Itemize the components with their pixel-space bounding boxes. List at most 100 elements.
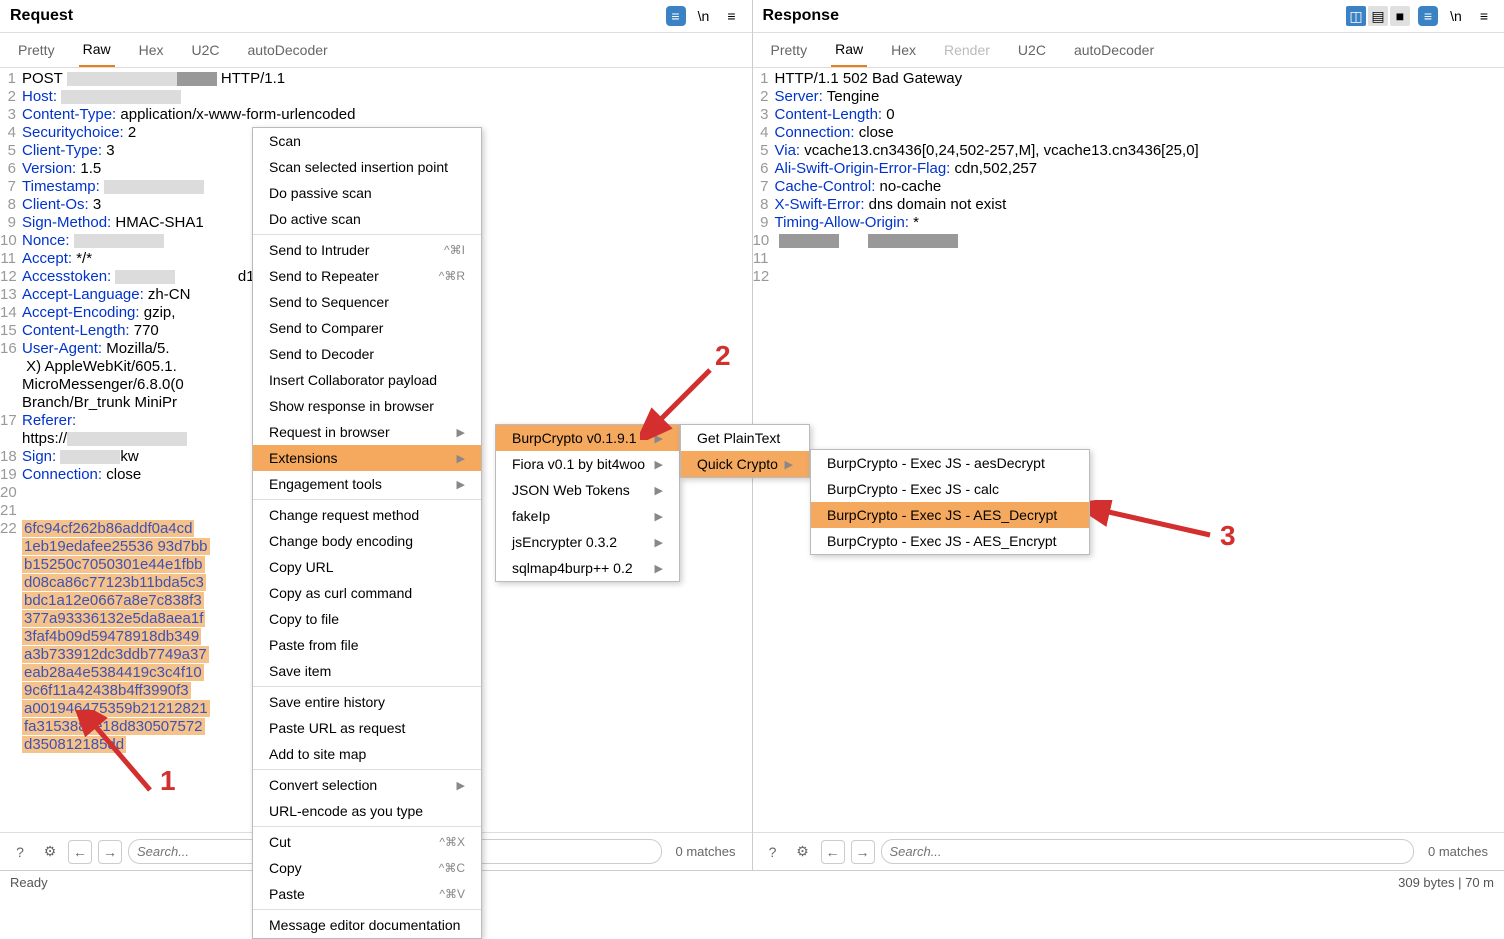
request-matches: 0 matches [668,844,744,859]
back-icon[interactable]: ← [821,840,845,864]
newline-icon[interactable]: \n [1446,6,1466,26]
code-line: 2Host: [0,88,752,106]
format-icon[interactable]: ≡ [1418,6,1438,26]
status-bar: Ready 309 bytes | 70 m [0,870,1504,894]
forward-icon[interactable]: → [98,840,122,864]
tab-raw[interactable]: Raw [831,33,867,67]
code-line: 4Connection: close [753,124,1504,142]
menu-item[interactable]: BurpCrypto v0.1.9.1▶ [496,425,679,451]
response-panel: Response ◫ ▤ ■ ≡ \n ≡ Pretty Raw Hex Render… [753,0,1504,870]
menu-item[interactable]: Paste^⌘V [253,881,481,907]
response-title: Response [763,7,839,25]
menu-item[interactable]: Paste from file [253,632,481,658]
menu-item[interactable]: Convert selection▶ [253,772,481,798]
menu-item[interactable]: sqlmap4burp++ 0.2▶ [496,555,679,581]
response-matches: 0 matches [1420,844,1496,859]
menu-item[interactable]: URL-encode as you type [253,798,481,824]
tab-pretty[interactable]: Pretty [14,34,59,66]
menu-item[interactable]: Cut^⌘X [253,829,481,855]
menu-item[interactable]: BurpCrypto - Exec JS - aesDecrypt [811,450,1089,476]
menu-item[interactable]: Send to Sequencer [253,289,481,315]
menu-item[interactable]: Copy^⌘C [253,855,481,881]
menu-item[interactable]: Show response in browser [253,393,481,419]
menu-item[interactable]: Message editor documentation [253,912,481,938]
code-line: 2Server: Tengine [753,88,1504,106]
menu-item[interactable]: Copy to file [253,606,481,632]
menu-item[interactable]: BurpCrypto - Exec JS - AES_Decrypt [811,502,1089,528]
submenu-burpcrypto[interactable]: Get PlainTextQuick Crypto▶ [680,424,810,478]
menu-item[interactable]: Engagement tools▶ [253,471,481,497]
menu-item[interactable]: fakeIp▶ [496,503,679,529]
tab-u2c[interactable]: U2C [188,34,224,66]
menu-item[interactable]: Do passive scan [253,180,481,206]
single-view-icon[interactable]: ■ [1390,6,1410,26]
menu-item[interactable]: Extensions▶ [253,445,481,471]
stacked-view-icon[interactable]: ▤ [1368,6,1388,26]
submenu-extensions[interactable]: BurpCrypto v0.1.9.1▶Fiora v0.1 by bit4wo… [495,424,680,582]
menu-item[interactable]: Quick Crypto▶ [681,451,809,477]
menu-item[interactable]: BurpCrypto - Exec JS - AES_Encrypt [811,528,1089,554]
help-icon[interactable]: ? [761,840,785,864]
response-search-input[interactable] [881,839,1415,864]
menu-item[interactable]: Send to Comparer [253,315,481,341]
code-line: 9Timing-Allow-Origin: * [753,214,1504,232]
code-line: 10 [753,232,1504,250]
menu-item[interactable]: Save item [253,658,481,684]
menu-item[interactable]: Save entire history [253,689,481,715]
tab-raw[interactable]: Raw [79,33,115,67]
menu-item[interactable]: Send to Intruder^⌘I [253,237,481,263]
gear-icon[interactable]: ⚙ [38,840,62,864]
code-line: 3Content-Type: application/x-www-form-ur… [0,106,752,124]
code-line: 7Cache-Control: no-cache [753,178,1504,196]
code-line: 1HTTP/1.1 502 Bad Gateway [753,70,1504,88]
menu-item[interactable]: BurpCrypto - Exec JS - calc [811,476,1089,502]
menu-item[interactable]: Insert Collaborator payload [253,367,481,393]
menu-item[interactable]: Copy URL [253,554,481,580]
menu-item[interactable]: Get PlainText [681,425,809,451]
menu-item[interactable]: Add to site map [253,741,481,767]
tab-autodecoder[interactable]: autoDecoder [244,34,332,66]
menu-item[interactable]: Request in browser▶ [253,419,481,445]
code-line: 8X-Swift-Error: dns domain not exist [753,196,1504,214]
menu-item[interactable]: Copy as curl command [253,580,481,606]
hamburger-icon[interactable]: ≡ [722,6,742,26]
gear-icon[interactable]: ⚙ [791,840,815,864]
menu-item[interactable]: jsEncrypter 0.3.2▶ [496,529,679,555]
hamburger-icon[interactable]: ≡ [1474,6,1494,26]
menu-item[interactable]: Change request method [253,502,481,528]
code-line: 5Via: vcache13.cn3436[0,24,502-257,M], v… [753,142,1504,160]
status-left: Ready [10,875,48,890]
tab-render[interactable]: Render [940,34,994,66]
context-menu[interactable]: ScanScan selected insertion pointDo pass… [252,127,482,939]
menu-item[interactable]: Change body encoding [253,528,481,554]
menu-item[interactable]: Scan [253,128,481,154]
menu-item[interactable]: Send to Repeater^⌘R [253,263,481,289]
code-line: 3Content-Length: 0 [753,106,1504,124]
menu-item[interactable]: Paste URL as request [253,715,481,741]
code-line: 6Ali-Swift-Origin-Error-Flag: cdn,502,25… [753,160,1504,178]
request-title: Request [10,7,73,25]
menu-item[interactable]: Do active scan [253,206,481,232]
tab-autodecoder[interactable]: autoDecoder [1070,34,1158,66]
menu-item[interactable]: Scan selected insertion point [253,154,481,180]
menu-item[interactable]: JSON Web Tokens▶ [496,477,679,503]
help-icon[interactable]: ? [8,840,32,864]
code-line: 12 [753,268,1504,286]
forward-icon[interactable]: → [851,840,875,864]
tab-hex[interactable]: Hex [135,34,168,66]
code-line: 11 [753,250,1504,268]
tab-u2c[interactable]: U2C [1014,34,1050,66]
submenu-quickcrypto[interactable]: BurpCrypto - Exec JS - aesDecryptBurpCry… [810,449,1090,555]
menu-item[interactable]: Fiora v0.1 by bit4woo▶ [496,451,679,477]
format-icon[interactable]: ≡ [666,6,686,26]
tab-hex[interactable]: Hex [887,34,920,66]
code-line: 1POST HTTP/1.1 [0,70,752,88]
split-view-icon[interactable]: ◫ [1346,6,1366,26]
menu-item[interactable]: Send to Decoder [253,341,481,367]
tab-pretty[interactable]: Pretty [767,34,812,66]
back-icon[interactable]: ← [68,840,92,864]
view-toggle: ◫ ▤ ■ [1346,6,1410,26]
status-right: 309 bytes | 70 m [1398,875,1494,890]
request-tabs: Pretty Raw Hex U2C autoDecoder [0,33,752,68]
newline-icon[interactable]: \n [694,6,714,26]
